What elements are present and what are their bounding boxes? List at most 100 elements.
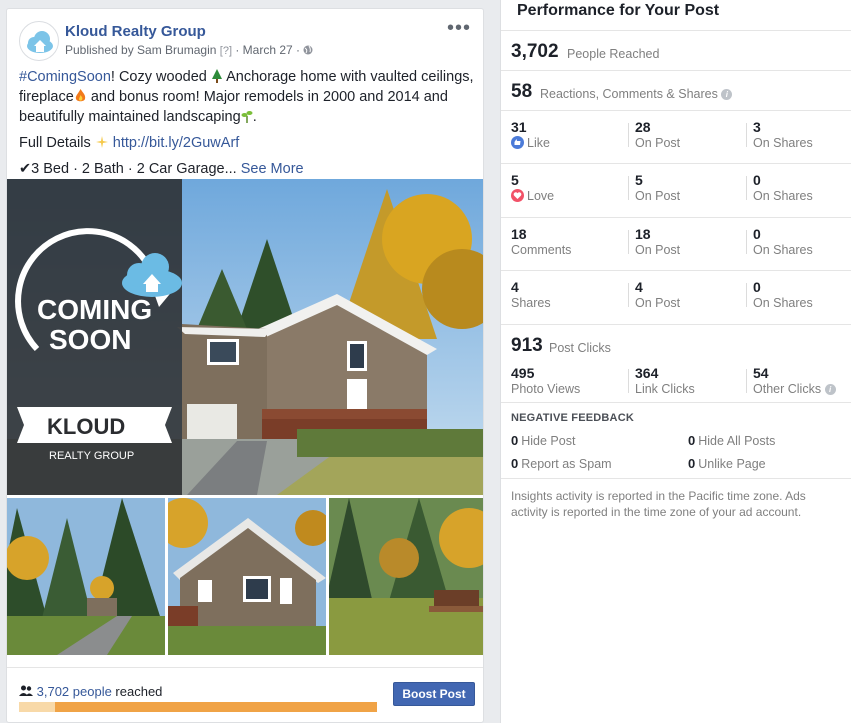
- post-body: #ComingSoon! Cozy wooded Anchorage home …: [19, 67, 479, 179]
- divider: [628, 283, 629, 307]
- hero-photo[interactable]: COMING SOON KLOUD REALTY GROUP: [7, 179, 483, 495]
- reaction-value: 5: [511, 172, 519, 188]
- help-marker[interactable]: [?]: [220, 45, 232, 57]
- hashtag-link[interactable]: #ComingSoon: [19, 69, 111, 85]
- info-icon[interactable]: i: [721, 89, 733, 101]
- thumbnail-1[interactable]: [7, 498, 165, 655]
- divider: [746, 369, 747, 393]
- boost-post-button[interactable]: Boost Post: [393, 682, 475, 706]
- clicks-photo-views: 495 Photo Views: [511, 365, 580, 396]
- on-post-value: 28: [635, 119, 651, 135]
- people-reached-row: 3,702 People Reached: [501, 30, 851, 70]
- like-icon: [511, 136, 524, 149]
- clicks-link-clicks: 364 Link Clicks: [635, 365, 695, 396]
- clicks-value: 364: [635, 365, 659, 381]
- negative-unlike-page: 0 Unlike Page: [688, 456, 766, 471]
- on-post-label: On Post: [635, 296, 681, 310]
- engagement-label-text: Reactions, Comments & Shares: [540, 87, 718, 101]
- negative-value: 0: [688, 456, 696, 471]
- divider: [628, 176, 629, 200]
- reaction-on-post: 5 On Post: [635, 172, 680, 203]
- people-reached-value: 3,702: [511, 41, 559, 62]
- reaction-on-shares: 0 On Shares: [753, 226, 813, 257]
- post-card: Kloud Realty Group Published by Sam Brum…: [6, 8, 484, 723]
- on-post-label: On Post: [635, 243, 681, 257]
- on-shares-value: 0: [753, 172, 761, 188]
- on-post-value: 4: [635, 279, 643, 295]
- negative-label: Report as Spam: [521, 457, 612, 471]
- on-post-value: 5: [635, 172, 643, 188]
- post-date[interactable]: March 27: [243, 43, 293, 57]
- photo-thumbnails: [7, 498, 483, 655]
- negative-label: Hide Post: [521, 434, 576, 448]
- clicks-other-clicks: 54 Other Clicks i: [753, 365, 836, 396]
- divider: [628, 230, 629, 254]
- on-post-value: 18: [635, 226, 651, 242]
- engagement-label: Reactions, Comments & Shares i: [540, 87, 733, 101]
- negative-hide-post: 0 Hide Post: [511, 433, 575, 448]
- clicks-label: Other Clicks i: [753, 382, 836, 396]
- engagement-value: 58: [511, 81, 533, 102]
- thumbnail-3[interactable]: [329, 498, 483, 655]
- divider: [746, 123, 747, 147]
- negative-value: 0: [511, 456, 519, 471]
- reaction-label-wrap: Shares: [511, 296, 551, 310]
- reach-bar: 3,702 people reached Boost Post: [7, 667, 483, 717]
- love-icon: [511, 189, 524, 202]
- reaction-on-shares: 0 On Shares: [753, 279, 813, 310]
- negative-feedback-header: NEGATIVE FEEDBACK: [511, 412, 634, 424]
- reaction-label: Love: [527, 189, 555, 203]
- clicks-value: 54: [753, 365, 769, 381]
- features-text: 3 Bed · 2 Bath · 2 Car Garage...: [31, 161, 237, 177]
- on-shares-label: On Shares: [753, 296, 813, 310]
- divider: [746, 176, 747, 200]
- people-icon: [19, 684, 33, 699]
- on-shares-label: On Shares: [753, 189, 813, 203]
- reaction-value: 18: [511, 226, 527, 242]
- see-more-link[interactable]: See More: [241, 161, 304, 177]
- reached-suffix: reached: [111, 684, 163, 699]
- on-shares-label: On Shares: [753, 136, 813, 150]
- reaction-on-shares: 3 On Shares: [753, 119, 813, 150]
- reaction-row: 5 Love 5 On Post 0 On Shares: [501, 163, 851, 217]
- seedling-icon: [241, 109, 253, 125]
- hero-brand-sub: REALTY GROUP: [49, 450, 134, 462]
- post-text-segment: beautifully maintained landscaping: [19, 109, 241, 125]
- reaction-value: 31: [511, 119, 527, 135]
- reaction-label-wrap: Comments: [511, 243, 571, 257]
- post-clicks-value: 913: [511, 335, 543, 356]
- reaction-total: 4 Shares: [511, 279, 551, 310]
- negative-hide-all-posts: 0 Hide All Posts: [688, 433, 775, 448]
- negative-label: Unlike Page: [698, 457, 766, 471]
- on-post-label: On Post: [635, 136, 681, 150]
- post-text-segment: and bonus room! Major remodels in 2000 a…: [86, 89, 448, 105]
- negative-feedback-row: NEGATIVE FEEDBACK 0 Hide Post 0 Hide All P…: [501, 402, 851, 478]
- post-text-segment: .: [252, 109, 257, 125]
- hero-banner-line1: COMING: [37, 294, 152, 325]
- reaction-value: 4: [511, 279, 519, 295]
- reaction-label-wrap: Love: [511, 189, 554, 203]
- insights-note: Insights activity is reported in the Pac…: [511, 489, 806, 519]
- insights-note-row: Insights activity is reported in the Pac…: [501, 478, 851, 538]
- clicks-label: Photo Views: [511, 382, 581, 396]
- reaction-total: 31 Like: [511, 119, 550, 150]
- thumbnail-2[interactable]: [168, 498, 326, 655]
- page-avatar[interactable]: [19, 21, 59, 61]
- hero-banner-line2: SOON: [49, 324, 131, 355]
- reaction-total: 18 Comments: [511, 226, 571, 257]
- more-options-icon[interactable]: •••: [447, 18, 471, 38]
- panel-title: Performance for Your Post: [517, 2, 720, 19]
- negative-label: Hide All Posts: [698, 434, 776, 448]
- reaction-on-post: 4 On Post: [635, 279, 680, 310]
- post-text-segment: Anchorage home with vaulted ceilings,: [222, 69, 474, 85]
- post-header: Kloud Realty Group Published by Sam Brum…: [19, 18, 471, 61]
- details-link[interactable]: http://bit.ly/2GuwArf: [113, 135, 240, 151]
- reached-count-link[interactable]: 3,702 people: [37, 684, 112, 699]
- other-clicks-label: Other Clicks: [753, 382, 822, 396]
- reaction-label: Shares: [511, 296, 551, 310]
- info-icon[interactable]: i: [824, 384, 836, 396]
- page-name-link[interactable]: Kloud Realty Group: [65, 23, 206, 40]
- fire-icon: [74, 89, 87, 105]
- engagement-row: 58 Reactions, Comments & Shares i: [501, 70, 851, 110]
- reach-progress-bar: [19, 702, 377, 712]
